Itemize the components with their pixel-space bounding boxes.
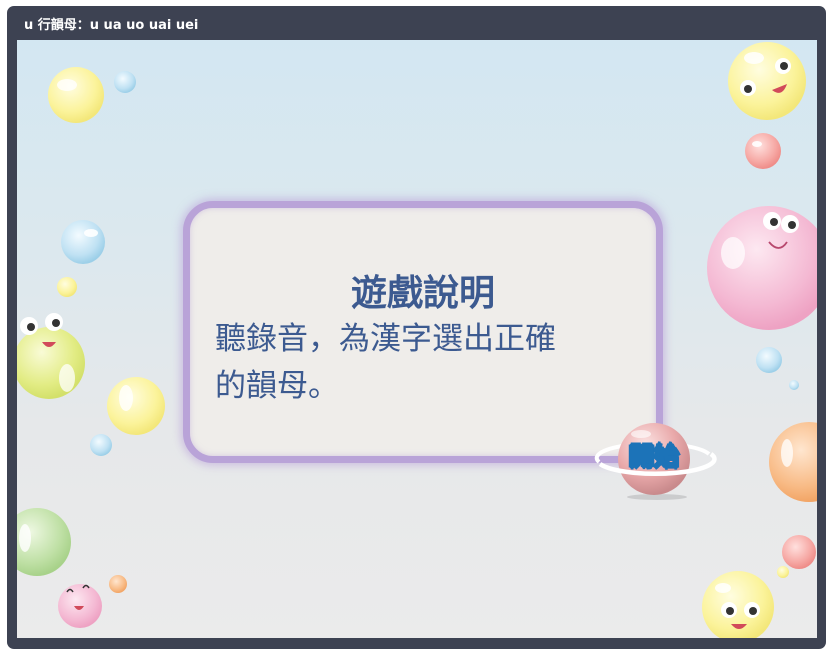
bubble-face <box>728 42 806 120</box>
instructions-text: 聽錄音，為漢字選出正確 的韻母。 <box>215 316 635 410</box>
bubble <box>782 535 816 569</box>
bubble <box>57 277 77 297</box>
bubble <box>107 377 165 435</box>
bubble <box>114 71 136 93</box>
start-button-label: 開始 <box>628 441 680 472</box>
bubble <box>90 434 112 456</box>
bubble <box>48 67 104 123</box>
bubble <box>756 347 782 373</box>
instructions-line-2: 的韻母。 <box>215 368 339 404</box>
game-window: u 行韻母：u ua uo uai uei 遊戲說明 聽錄音，為漢字選出正確 的… <box>7 6 826 649</box>
panel-title: 遊戲說明 <box>350 273 495 314</box>
window-title: u 行韻母：u ua uo uai uei <box>24 18 199 33</box>
bubble <box>745 133 781 169</box>
bubble <box>789 380 799 390</box>
title-bar: u 行韻母：u ua uo uai uei <box>7 6 826 39</box>
bubble-face <box>17 327 85 399</box>
bubble <box>769 422 817 502</box>
bubble-face <box>707 206 817 330</box>
bubble <box>109 575 127 593</box>
bubble <box>777 566 789 578</box>
instructions-line-1: 聽錄音，為漢字選出正確 <box>215 321 556 357</box>
game-stage: 遊戲說明 聽錄音，為漢字選出正確 的韻母。 開始 <box>17 40 817 638</box>
bubble <box>61 220 105 264</box>
start-button[interactable]: 開始 <box>591 420 717 500</box>
